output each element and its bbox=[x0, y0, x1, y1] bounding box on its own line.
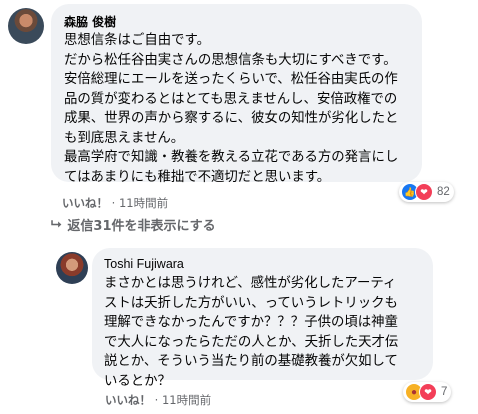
comment-line: だから松任谷由実さんの思想信条も大切にすべきです。 bbox=[64, 52, 397, 68]
timestamp[interactable]: 11時間前 bbox=[162, 393, 211, 407]
comment-line: 最高学府で知識・教養を教える立花である方の発言にし bbox=[64, 150, 399, 165]
comment-line: いるとか？ bbox=[104, 373, 171, 389]
like-button[interactable]: いいね！ bbox=[62, 196, 108, 210]
separator: · bbox=[154, 393, 159, 407]
comment-text: まさかとは思うけれど、感性が劣化したアーティ ストは夭折した方がいい、っていうレ… bbox=[104, 274, 398, 391]
comment-line: 品の質が変わるとはとても思えませんし、安倍政権での bbox=[64, 91, 398, 107]
comment-line: てはあまりにも稚拙で不適切だと思います。 bbox=[64, 169, 331, 185]
comment-line: で大人になったらただの人とか、夭折した天才伝 bbox=[104, 334, 399, 350]
reaction-count: 82 bbox=[437, 186, 450, 198]
reply-arrow-icon: ⮡ bbox=[51, 217, 62, 232]
hide-replies-label: 返信31件を非表示にする bbox=[67, 219, 216, 234]
separator: · bbox=[111, 196, 116, 210]
comment-bubble: Toshi Fujiwara まさかとは思うけれど、感性が劣化したアーティ スト… bbox=[92, 248, 433, 389]
comment-line: 理解できなかったんですか？？？子供の頃は神童 bbox=[104, 315, 398, 330]
reaction-summary[interactable]: 👍 ❤ 82 bbox=[399, 182, 454, 202]
comment-actions: いいね！ · 11時間前 bbox=[62, 195, 168, 211]
comment-text: 思想信条はご自由です。 だから松任谷由実さんの思想信条も大切にすべきです。 安倍… bbox=[64, 31, 398, 187]
comment-author[interactable]: Toshi Fujiwara bbox=[104, 257, 184, 271]
reaction-count: 7 bbox=[441, 386, 448, 398]
hide-replies-button[interactable]: ⮡ 返信31件を非表示にする bbox=[51, 215, 216, 234]
love-icon: ❤ bbox=[419, 383, 437, 401]
like-button[interactable]: いいね！ bbox=[105, 393, 151, 407]
comment-actions: いいね！ · 11時間前 bbox=[105, 392, 211, 408]
comment-line: 説とか、そういう当たり前の基礎教養が欠如して bbox=[104, 354, 398, 369]
comment-line: ストは夭折した方がいい、っていうレトリックも bbox=[104, 295, 398, 311]
avatar[interactable] bbox=[56, 252, 88, 284]
comment-line: 安倍総理にエールを送ったくらいで、松任谷由実氏の作 bbox=[64, 72, 398, 87]
reaction-summary[interactable]: ● ❤ 7 bbox=[403, 382, 452, 402]
comment-line: 思想信条はご自由です。 bbox=[64, 33, 210, 48]
comment-line: まさかとは思うけれど、感性が劣化したアーティ bbox=[104, 276, 397, 291]
avatar[interactable] bbox=[8, 8, 44, 44]
comment-line: 成果、世界の声から察するに、彼女の知性が劣化したと bbox=[64, 111, 399, 126]
timestamp[interactable]: 11時間前 bbox=[119, 196, 168, 210]
comment-author[interactable]: 森脇 俊樹 bbox=[64, 13, 116, 30]
comment-bubble: 森脇 俊樹 思想信条はご自由です。 だから松任谷由実さんの思想信条も大切にすべき… bbox=[51, 4, 422, 185]
comment-line: も到底思えません。 bbox=[64, 130, 185, 146]
love-icon: ❤ bbox=[415, 183, 433, 201]
